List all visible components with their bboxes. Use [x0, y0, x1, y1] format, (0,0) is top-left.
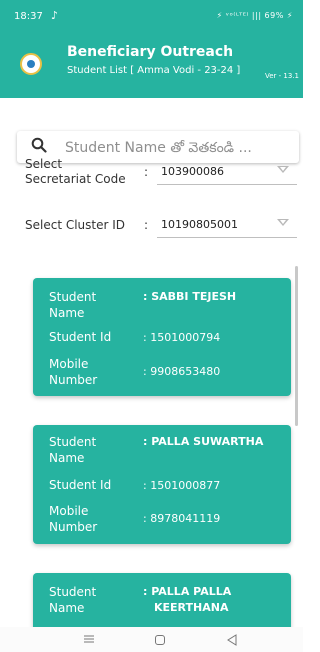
secretariat-code-label: Select Secretariat Code: [25, 157, 126, 186]
student-id-value: : 1501000877: [143, 479, 221, 492]
student-name-value: : SABBI TEJESH: [143, 290, 237, 303]
secretariat-colon: :: [144, 165, 149, 179]
student-name-label: Student Name: [49, 290, 97, 320]
mobile-number-value: : 8978041119: [143, 512, 221, 525]
home-icon[interactable]: [155, 635, 165, 645]
secretariat-code-value: 103900086: [161, 165, 224, 178]
music-note-icon: ♪: [51, 9, 59, 22]
dropdown-arrow-icon: [277, 219, 289, 226]
student-name-label: Student Name: [49, 435, 97, 465]
cluster-id-select[interactable]: 10190805001: [157, 210, 297, 238]
student-id-label: Student Id: [49, 478, 112, 492]
student-card[interactable]: Student Name : PALLA SUWARTHA Student Id…: [33, 425, 291, 544]
cluster-id-value: 10190805001: [161, 218, 238, 231]
student-name-value: : PALLA SUWARTHA: [143, 435, 264, 448]
student-id-label: Student Id: [49, 330, 112, 344]
status-icons: ⚡ ᵛᵒ⁽ᴸᵀᴱ⁾ ||| 69% ⚡: [216, 11, 293, 20]
status-time: 18:37: [14, 11, 43, 22]
cluster-id-label: Select Cluster ID: [25, 218, 126, 232]
mobile-number-label: Mobile Number: [49, 504, 98, 534]
student-name-value-line2: KEERTHANA: [154, 601, 229, 614]
android-navigation-bar: [0, 627, 303, 652]
student-name-value: : PALLA PALLA: [143, 585, 232, 598]
back-icon[interactable]: [227, 634, 237, 646]
scrollbar[interactable]: [295, 266, 298, 426]
app-version: Ver - 13.1: [265, 72, 299, 80]
secretariat-code-select[interactable]: 103900086: [157, 157, 297, 185]
app-header: Beneficiary Outreach Student List [ Amma…: [0, 36, 303, 98]
search-icon: [31, 137, 47, 153]
menu-icon[interactable]: [84, 635, 94, 643]
government-logo-icon: [20, 53, 42, 75]
mobile-number-label: Mobile Number: [49, 357, 98, 387]
student-card[interactable]: Student Name : SABBI TEJESH Student Id :…: [33, 278, 291, 396]
student-id-value: : 1501000794: [143, 331, 221, 344]
dropdown-arrow-icon: [277, 166, 289, 173]
mobile-number-value: : 9908653480: [143, 365, 221, 378]
cluster-colon: :: [144, 218, 149, 232]
app-subtitle: Student List [ Amma Vodi - 23-24 ]: [67, 65, 241, 76]
status-bar: 18:37 ♪ ⚡ ᵛᵒ⁽ᴸᵀᴱ⁾ ||| 69% ⚡: [0, 0, 303, 36]
app-title: Beneficiary Outreach: [67, 44, 234, 60]
student-name-label: Student Name: [49, 585, 97, 615]
